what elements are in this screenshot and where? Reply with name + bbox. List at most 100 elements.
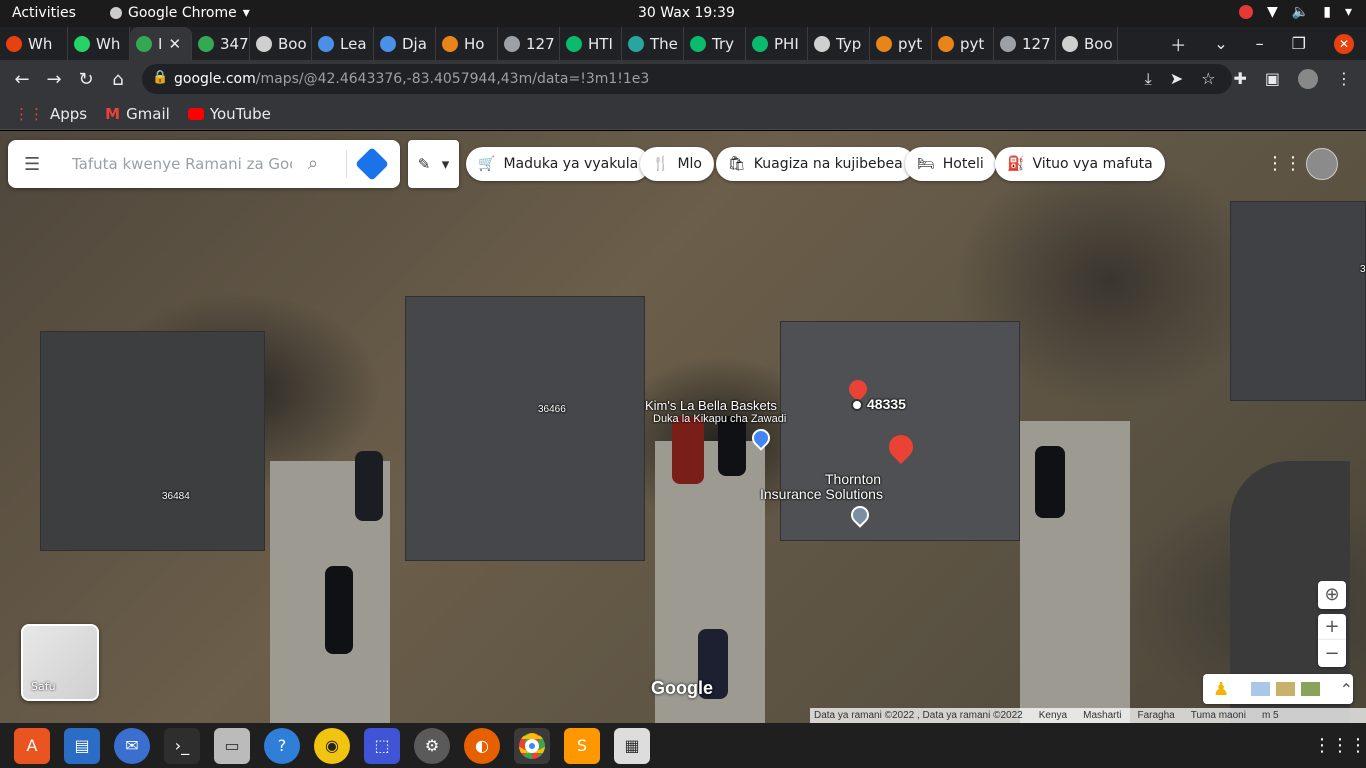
- firefox-icon[interactable]: ◐: [464, 727, 500, 764]
- satellite-map[interactable]: 36466 36484 3 Kim's La Bella Baskets Duk…: [0, 131, 1366, 723]
- chrome-dock-icon[interactable]: [514, 727, 550, 764]
- tab[interactable]: Try: [684, 27, 746, 60]
- place-name-label[interactable]: Thornton: [825, 471, 881, 487]
- chip-gas-stations[interactable]: ⛽ Vituo vya mafuta: [995, 147, 1165, 181]
- zoom-in-button[interactable]: +: [1318, 614, 1346, 640]
- tab[interactable]: 347: [192, 27, 250, 60]
- tab[interactable]: The: [622, 27, 684, 60]
- place-name-label[interactable]: Kim's La Bella Baskets: [645, 398, 777, 413]
- imagery-thumb[interactable]: [1300, 682, 1320, 696]
- activities-button[interactable]: Activities: [12, 5, 76, 21]
- tab[interactable]: pyt: [870, 27, 932, 60]
- street-view-panel[interactable]: ♟ ⌃: [1203, 674, 1353, 704]
- side-panel-icon[interactable]: ▣: [1265, 69, 1280, 89]
- clock[interactable]: 30 Wax 19:39: [638, 5, 735, 21]
- more-menu-icon[interactable]: ⋮: [1336, 69, 1352, 89]
- tab[interactable]: Wh: [0, 27, 68, 60]
- layers-switcher[interactable]: Safu: [21, 624, 99, 701]
- writer-icon[interactable]: ▤: [64, 727, 100, 764]
- tab[interactable]: Lea: [312, 27, 374, 60]
- place-category-label[interactable]: Duka la Kikapu cha Zawadi: [653, 413, 786, 425]
- pegman-icon[interactable]: ♟: [1213, 679, 1229, 700]
- draw-tool-button[interactable]: ✎ ▾: [408, 140, 459, 188]
- new-tab-icon[interactable]: ＋: [1170, 32, 1186, 56]
- tab[interactable]: PHI: [746, 27, 808, 60]
- reload-icon[interactable]: ↻: [70, 69, 102, 90]
- tab[interactable]: pyt: [932, 27, 994, 60]
- settings-gear-icon[interactable]: ⚙: [414, 727, 450, 764]
- terminal-icon[interactable]: ›_: [164, 727, 200, 764]
- scale-label[interactable]: m 5: [1262, 710, 1279, 721]
- tab[interactable]: HTI: [560, 27, 622, 60]
- bookmark-star-icon[interactable]: ☆: [1201, 69, 1215, 89]
- extensions-icon[interactable]: ✚: [1233, 69, 1246, 89]
- profile-avatar[interactable]: [1298, 69, 1318, 89]
- tab-favicon-icon: [814, 35, 830, 52]
- volume-icon[interactable]: 🔈: [1292, 4, 1309, 20]
- show-applications-icon[interactable]: ⋮⋮⋮: [1313, 728, 1366, 764]
- screenshot-icon[interactable]: ⬚: [364, 727, 400, 764]
- feedback-link[interactable]: Tuma maoni: [1191, 710, 1246, 721]
- directions-icon[interactable]: [355, 147, 389, 181]
- tab-search-icon[interactable]: ⌄: [1214, 34, 1227, 53]
- bookmark-apps[interactable]: ⋮⋮ Apps: [14, 105, 87, 123]
- install-icon[interactable]: ⤓: [1145, 69, 1152, 89]
- tab[interactable]: 127: [498, 27, 560, 60]
- sublime-text-icon[interactable]: S: [564, 727, 600, 764]
- tab[interactable]: Wh: [68, 27, 130, 60]
- lock-icon[interactable]: 🔒: [152, 70, 168, 85]
- forward-icon[interactable]: →: [38, 69, 70, 90]
- zoom-out-button[interactable]: −: [1318, 640, 1346, 667]
- hamburger-menu-icon[interactable]: ☰: [24, 154, 40, 175]
- tab[interactable]: Boo: [250, 27, 312, 60]
- postcode-label[interactable]: 48335: [867, 396, 906, 412]
- bookmark-gmail[interactable]: M Gmail: [105, 105, 170, 123]
- bookmark-youtube[interactable]: YouTube: [187, 105, 271, 123]
- chip-takeout[interactable]: 🛍 Kuagiza na kujibebea: [716, 147, 915, 181]
- chip-restaurants[interactable]: 🍴 Mlo: [640, 147, 714, 181]
- thunderbird-icon[interactable]: ✉: [114, 727, 150, 764]
- chip-groceries[interactable]: 🛒 Maduka ya vyakula: [466, 147, 651, 181]
- back-icon[interactable]: ←: [6, 69, 38, 90]
- tab[interactable]: Boo: [1056, 27, 1118, 60]
- search-icon[interactable]: ⌕: [308, 153, 318, 174]
- minimize-icon[interactable]: –: [1256, 34, 1264, 53]
- chevron-down-icon[interactable]: ▾: [1345, 4, 1352, 20]
- close-tab-icon[interactable]: ✕: [168, 35, 181, 53]
- rhythmbox-icon[interactable]: ◉: [314, 727, 350, 764]
- privacy-link[interactable]: Faragha: [1137, 710, 1174, 721]
- app-menu[interactable]: Google Chrome ▾: [110, 5, 250, 21]
- tab[interactable]: Dja: [374, 27, 436, 60]
- tab[interactable]: Typ: [808, 27, 870, 60]
- tab-active[interactable]: I ✕: [130, 27, 192, 60]
- tab-strip: Wh Wh I ✕ 347 Boo Lea Dja Ho 127 HTI The …: [0, 27, 1366, 60]
- account-avatar[interactable]: [1306, 148, 1338, 180]
- country-link[interactable]: Kenya: [1039, 710, 1067, 721]
- home-icon[interactable]: ⌂: [102, 69, 134, 90]
- address-bar[interactable]: 🔒 google.com/maps/@42.4643376,-83.405794…: [142, 64, 1232, 94]
- expand-icon[interactable]: ⌃: [1340, 680, 1353, 699]
- chip-hotels[interactable]: 🛏 Hoteli: [905, 147, 996, 181]
- my-location-button[interactable]: ⊕: [1318, 581, 1346, 609]
- tab[interactable]: 127: [994, 27, 1056, 60]
- tab-favicon-icon: [504, 35, 520, 52]
- place-name-label[interactable]: Insurance Solutions: [760, 486, 883, 502]
- imagery-thumb[interactable]: [1251, 682, 1270, 696]
- share-icon[interactable]: ➤: [1170, 69, 1183, 89]
- do-not-disturb-icon[interactable]: [1239, 5, 1254, 19]
- restore-icon[interactable]: ❐: [1292, 34, 1306, 53]
- software-center-icon[interactable]: A: [14, 727, 50, 764]
- tab[interactable]: Ho: [436, 27, 498, 60]
- imagery-thumb[interactable]: [1275, 682, 1295, 696]
- window-close-icon[interactable]: ✕: [1334, 33, 1354, 54]
- search-input[interactable]: Tafuta kwenye Ramani za Google: [72, 155, 292, 173]
- tab-label: Lea: [340, 34, 367, 53]
- system-tray[interactable]: ▼ 🔈 ▮ ▾: [1239, 4, 1352, 20]
- chevron-down-icon[interactable]: ▾: [442, 155, 450, 173]
- files-icon[interactable]: ▭: [214, 727, 250, 764]
- calculator-icon[interactable]: ▦: [614, 727, 650, 764]
- battery-icon[interactable]: ▮: [1323, 4, 1331, 20]
- terms-link[interactable]: Masharti: [1083, 710, 1121, 721]
- wifi-icon[interactable]: ▼: [1267, 4, 1278, 20]
- help-icon[interactable]: ?: [264, 727, 300, 764]
